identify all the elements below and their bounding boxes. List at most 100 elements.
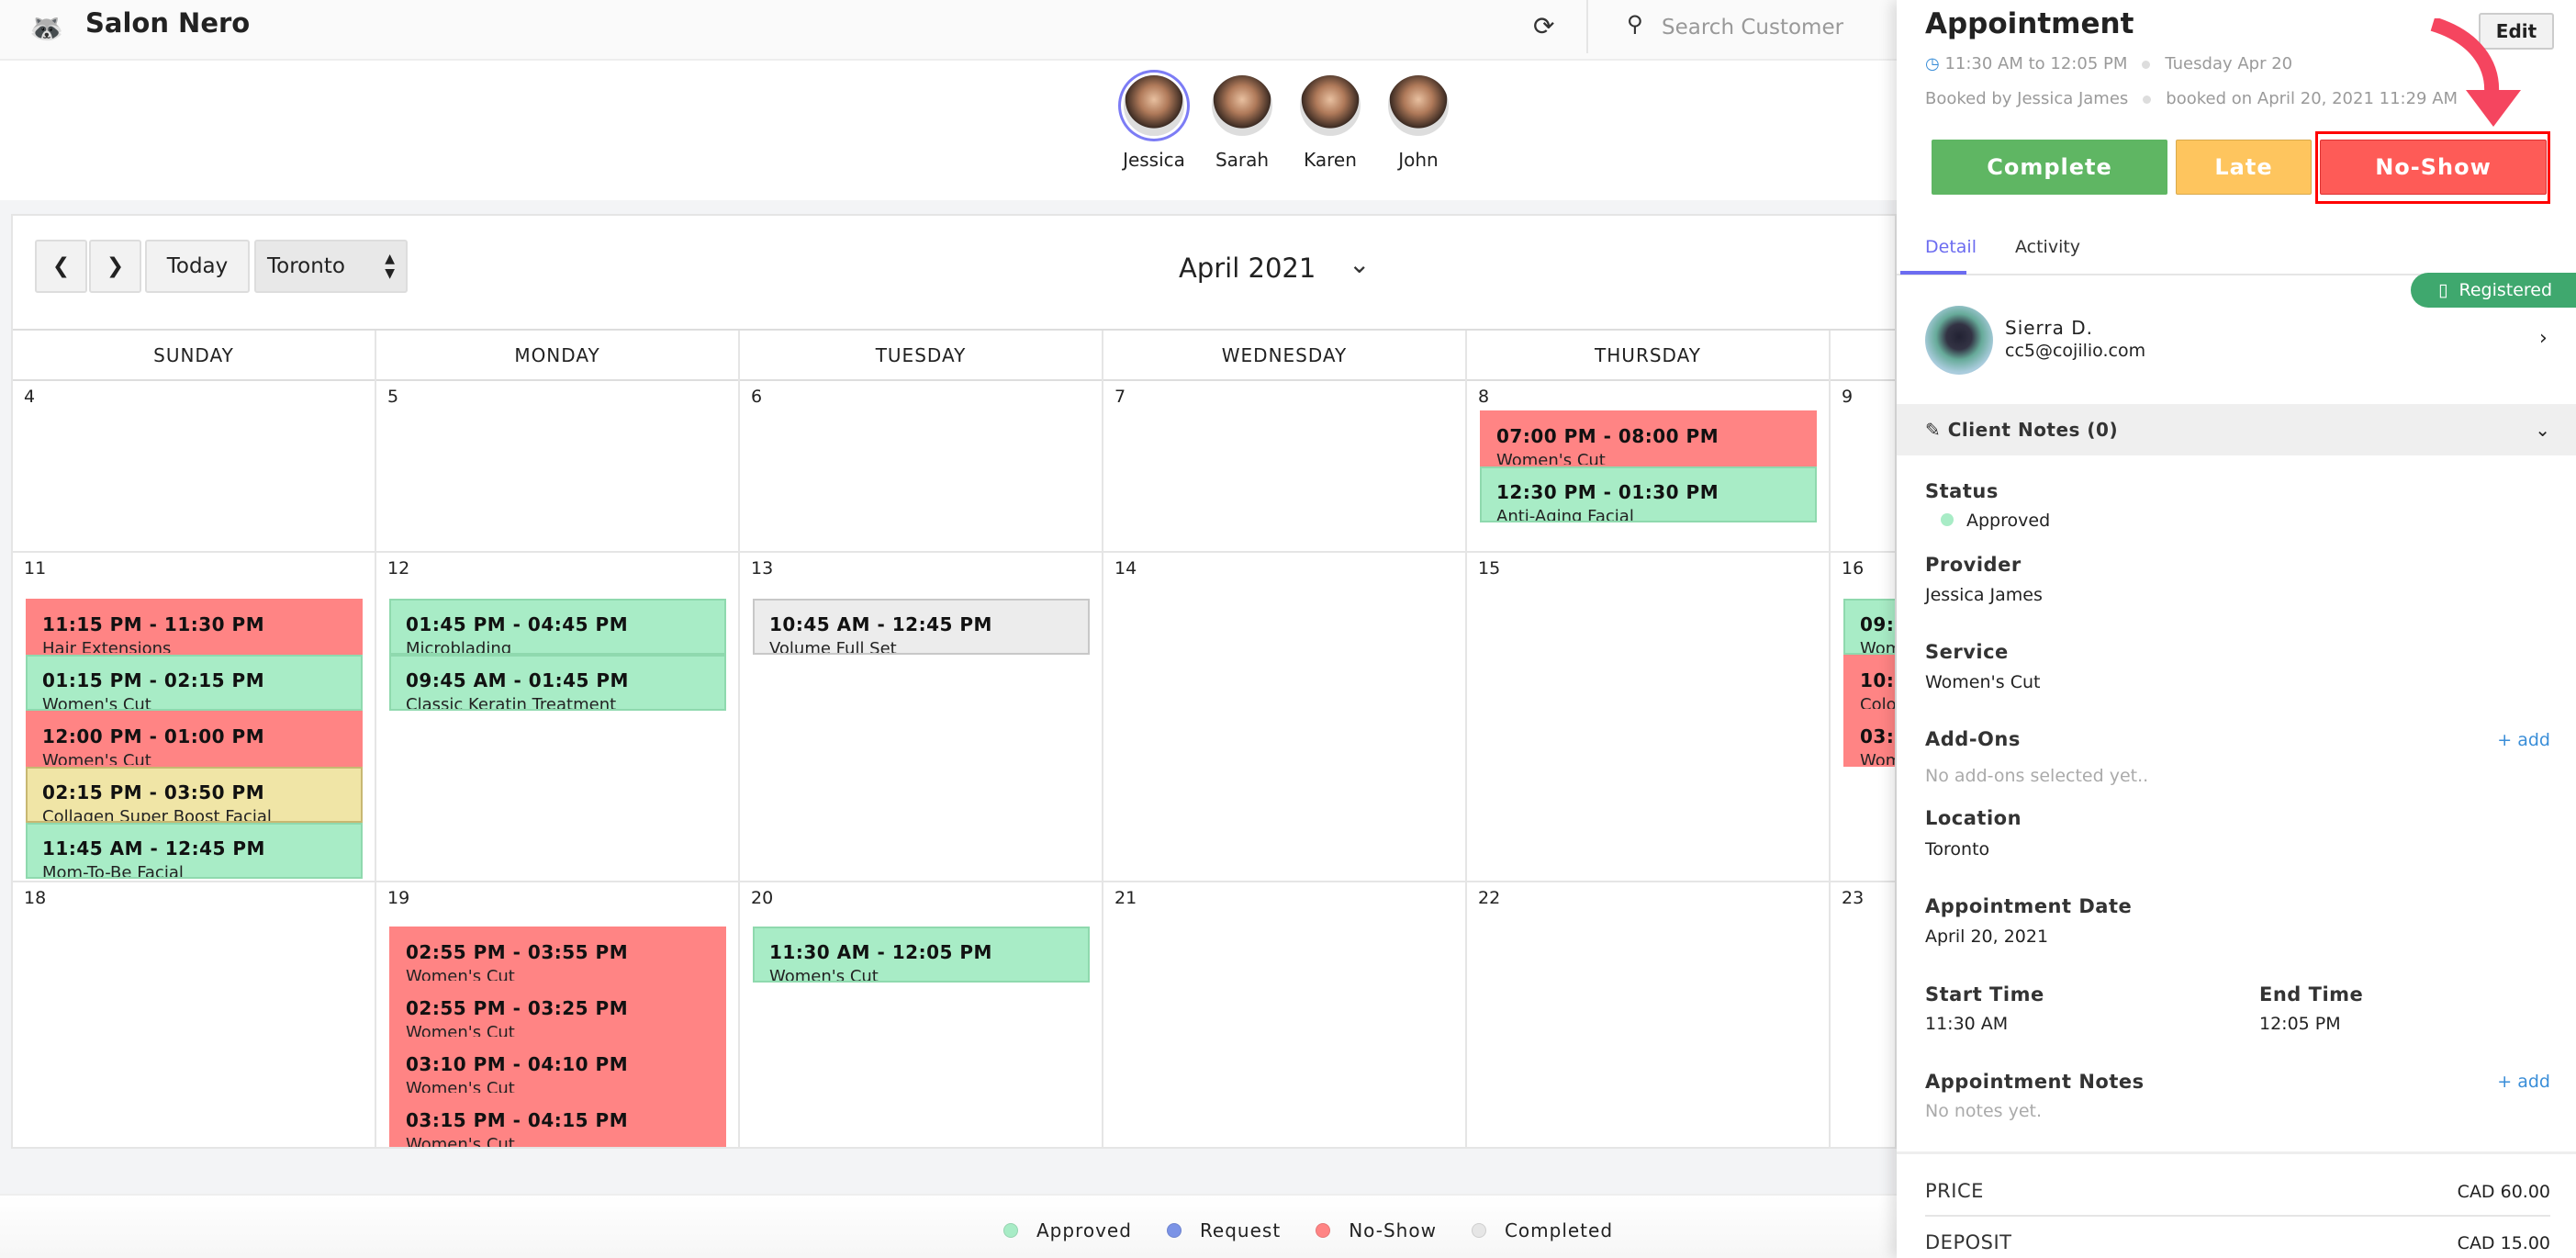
appointment-event[interactable]: 01:15 PM - 02:15 PM Women's Cut xyxy=(26,655,363,711)
day-cell[interactable]: 11 11:15 PM - 11:30 PM Hair Extensions 01:1… xyxy=(13,553,376,882)
staff-john[interactable]: John xyxy=(1377,75,1460,171)
chevron-down-icon[interactable]: ⌄ xyxy=(1349,249,1370,279)
event-time: 12:00 PM - 01:00 PM xyxy=(42,725,265,747)
day-cell[interactable]: 13 10:45 AM - 12:45 PM Volume Full Set xyxy=(740,553,1103,882)
legend-label: No-Show xyxy=(1349,1219,1437,1241)
staff-karen[interactable]: Karen xyxy=(1289,75,1372,171)
appointment-event[interactable]: 03:15 PM - 04:15 PM Women's Cut xyxy=(389,1095,726,1147)
start-time-label: Start Time xyxy=(1925,983,2044,1005)
client-notes-bar[interactable]: ✎ Client Notes (0) ⌄ xyxy=(1897,404,2576,455)
event-service: Women's Cut xyxy=(406,967,515,983)
event-service: Collagen Super Boost Facial xyxy=(42,807,272,823)
appointment-event[interactable]: 07:00 PM - 08:00 PM Women's Cut xyxy=(1480,410,1817,466)
date-number: 20 xyxy=(751,888,774,908)
legend-dot xyxy=(1316,1223,1331,1238)
appointment-event[interactable]: 02:55 PM - 03:25 PM Women's Cut xyxy=(389,983,726,1039)
pencil-icon: ✎ xyxy=(1925,419,1942,441)
appointment-event[interactable]: 03:10 PM - 04:10 PM Women's Cut xyxy=(389,1039,726,1095)
event-service: Women's Cut xyxy=(769,967,879,983)
phone-icon: ▯ xyxy=(2438,280,2448,300)
appointment-date-value: April 20, 2021 xyxy=(1925,927,2049,947)
staff-name: Jessica xyxy=(1123,149,1185,171)
day-cell[interactable]: 23 xyxy=(1831,882,1895,1147)
day-cell[interactable]: 6 xyxy=(740,381,1103,553)
no-show-button[interactable]: No-Show xyxy=(2320,140,2547,195)
event-time: 03:4 xyxy=(1860,725,1895,747)
start-time-value: 11:30 AM xyxy=(1925,1014,2009,1034)
panel-title: Appointment xyxy=(1925,7,2134,40)
location-select[interactable]: Toronto ▲ ▼ xyxy=(254,240,408,293)
day-cell[interactable]: 22 xyxy=(1467,882,1831,1147)
registered-label: Registered xyxy=(2458,280,2553,300)
day-header-sunday: SUNDAY xyxy=(13,331,376,381)
day-cell[interactable]: 5 xyxy=(376,381,740,553)
tab-activity[interactable]: Activity xyxy=(2015,237,2080,257)
client-name[interactable]: Sierra D. xyxy=(2005,317,2093,339)
legend-dot xyxy=(1166,1223,1182,1238)
search-input[interactable] xyxy=(1662,7,1891,48)
staff-sarah[interactable]: Sarah xyxy=(1201,75,1283,171)
day-cell[interactable]: 14 xyxy=(1103,553,1467,882)
avatar xyxy=(1124,75,1184,136)
add-note-link[interactable]: + add xyxy=(2497,1072,2550,1092)
day-cell[interactable]: 12 01:45 PM - 04:45 PM Microblading 09:45 A… xyxy=(376,553,740,882)
add-addon-link[interactable]: + add xyxy=(2497,730,2550,750)
event-service: Wom xyxy=(1860,751,1895,767)
appointment-event[interactable]: 03:4 Wom xyxy=(1843,711,1895,767)
appointment-event[interactable]: 11:45 AM - 12:45 PM Mom-To-Be Facial xyxy=(26,823,363,879)
appointment-event[interactable]: 12:30 PM - 01:30 PM Anti-Aging Facial xyxy=(1480,466,1817,522)
day-cell[interactable]: 8 07:00 PM - 08:00 PM Women's Cut 12:30 PM … xyxy=(1467,381,1831,553)
day-cell[interactable]: 7 xyxy=(1103,381,1467,553)
day-cell[interactable]: 20 11:30 AM - 12:05 PM Women's Cut xyxy=(740,882,1103,1147)
day-cell[interactable]: 16 09:0 Wom 10:4 Colo 03:4 Wom xyxy=(1831,553,1895,882)
appointment-event[interactable]: 10:4 Colo xyxy=(1843,655,1895,711)
avatar xyxy=(1212,75,1272,136)
event-time: 02:15 PM - 03:50 PM xyxy=(42,781,265,803)
tab-detail[interactable]: Detail xyxy=(1925,237,1977,257)
event-service: Women's Cut xyxy=(1496,451,1606,466)
refresh-icon[interactable]: ⟳ xyxy=(1533,11,1554,41)
prev-month-button[interactable]: ❮ xyxy=(35,240,87,293)
appointment-event[interactable]: 09:0 Wom xyxy=(1843,599,1895,655)
appointment-event[interactable]: 09:45 AM - 01:45 PM Classic Keratin Treat… xyxy=(389,655,726,711)
appointment-time: ◷ 11:30 AM to 12:05 PM Tuesday Apr 20 xyxy=(1925,54,2292,73)
day-cell[interactable]: 9 xyxy=(1831,381,1895,553)
location-label: Location xyxy=(1925,807,2022,829)
day-cell[interactable]: 4 xyxy=(13,381,376,553)
legend-item: Approved xyxy=(1003,1219,1132,1241)
staff-jessica[interactable]: Jessica xyxy=(1113,75,1195,171)
day-cell[interactable]: 15 xyxy=(1467,553,1831,882)
appointment-event[interactable]: 11:30 AM - 12:05 PM Women's Cut xyxy=(753,927,1090,983)
location-value: Toronto xyxy=(267,254,345,278)
chevron-right-icon: ❯ xyxy=(106,254,125,278)
event-time: 11:30 AM - 12:05 PM xyxy=(769,941,992,963)
event-service: Women's Cut xyxy=(406,1023,515,1039)
registered-badge: ▯ Registered xyxy=(2411,273,2576,308)
today-button[interactable]: Today xyxy=(145,240,250,293)
day-cell[interactable]: 21 xyxy=(1103,882,1467,1147)
event-service: Classic Keratin Treatment xyxy=(406,695,617,711)
chevron-right-icon[interactable]: › xyxy=(2539,327,2548,350)
complete-button[interactable]: Complete xyxy=(1932,140,2167,195)
legend-label: Request xyxy=(1199,1219,1282,1241)
event-time: 11:15 PM - 11:30 PM xyxy=(42,613,265,635)
appointment-event[interactable]: 02:15 PM - 03:50 PM Collagen Super Boost … xyxy=(26,767,363,823)
panel-tabs: Detail Activity xyxy=(1897,230,2576,275)
appointment-event[interactable]: 10:45 AM - 12:45 PM Volume Full Set xyxy=(753,599,1090,655)
date-number: 13 xyxy=(751,558,774,578)
appointment-event[interactable]: 11:15 PM - 11:30 PM Hair Extensions xyxy=(26,599,363,655)
day-header-wednesday: WEDNESDAY xyxy=(1103,331,1467,381)
next-month-button[interactable]: ❯ xyxy=(89,240,141,293)
late-button[interactable]: Late xyxy=(2176,140,2312,195)
legend-item: No-Show xyxy=(1316,1219,1437,1241)
status-label: Status xyxy=(1925,480,1999,502)
date-number: 9 xyxy=(1842,387,1854,407)
date-number: 18 xyxy=(24,888,47,908)
date-number: 8 xyxy=(1478,387,1490,407)
appointment-event[interactable]: 01:45 PM - 04:45 PM Microblading xyxy=(389,599,726,655)
appointment-event[interactable]: 12:00 PM - 01:00 PM Women's Cut xyxy=(26,711,363,767)
appointment-event[interactable]: 02:55 PM - 03:55 PM Women's Cut xyxy=(389,927,726,983)
day-cell[interactable]: 18 xyxy=(13,882,376,1147)
day-cell[interactable]: 19 02:55 PM - 03:55 PM Women's Cut 02:55 PM… xyxy=(376,882,740,1147)
status-value: Approved xyxy=(1941,511,2050,531)
